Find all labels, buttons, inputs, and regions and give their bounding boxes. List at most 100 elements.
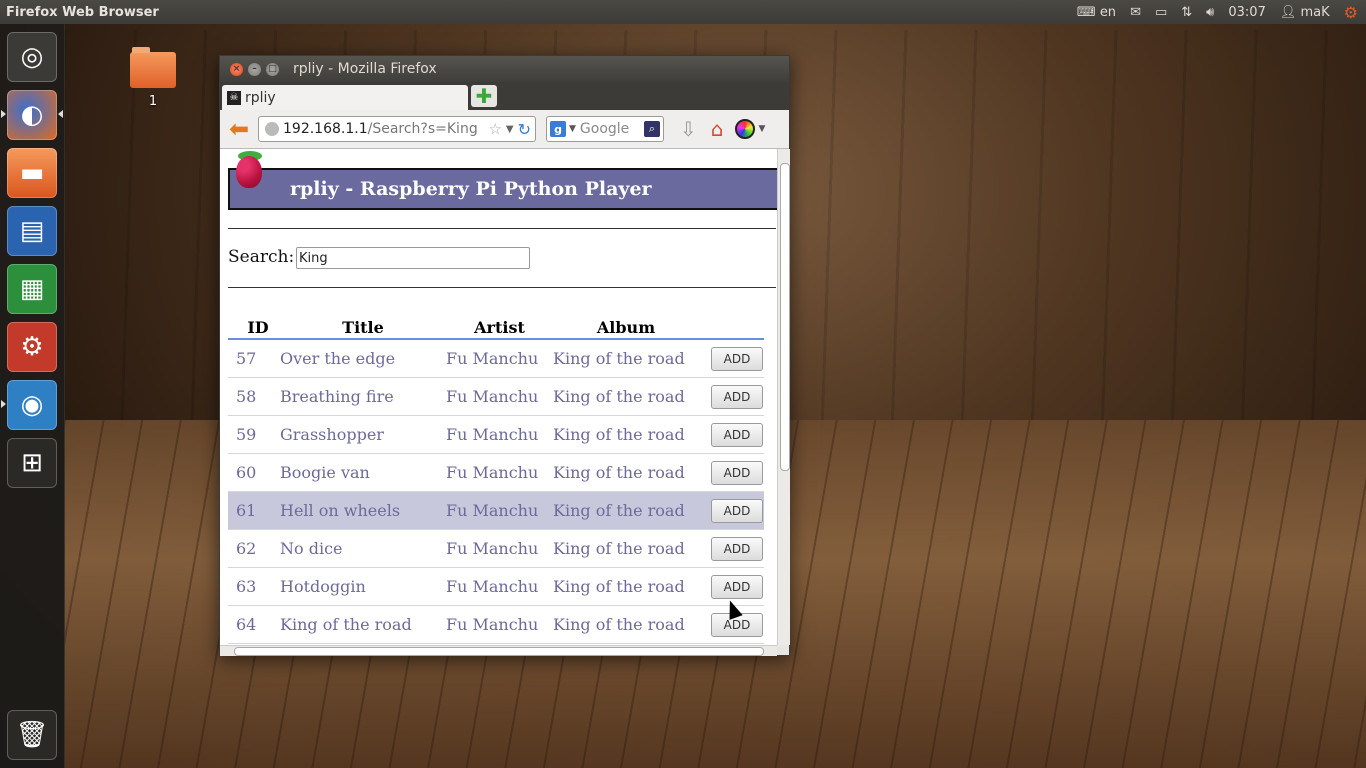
active-app-title: Firefox Web Browser xyxy=(6,4,159,20)
battery-icon[interactable]: ▭ xyxy=(1155,5,1167,20)
cell-album[interactable]: King of the road xyxy=(553,529,699,568)
cell-album[interactable]: King of the road xyxy=(553,377,699,416)
cell-title[interactable]: Over the edge xyxy=(280,339,446,378)
cell-action: ADD xyxy=(699,529,764,568)
firefox-icon[interactable]: ◐ xyxy=(7,90,57,140)
window-titlebar[interactable]: × – □ rpliy - Mozilla Firefox xyxy=(220,56,789,82)
column-header-id: ID xyxy=(228,317,280,340)
cell-artist[interactable]: Fu Manchu xyxy=(446,491,553,530)
add-button[interactable]: ADD xyxy=(711,536,763,561)
add-button[interactable]: ADD xyxy=(711,574,763,599)
bookmark-star-icon[interactable]: ☆ xyxy=(488,120,501,138)
cell-id: 61 xyxy=(228,491,280,530)
cell-album[interactable]: King of the road xyxy=(553,453,699,492)
cell-title[interactable]: Breathing fire xyxy=(280,377,446,416)
results-table: ID Title Artist Album 57 Over the edge F… xyxy=(228,317,764,644)
plus-icon: ✚ xyxy=(475,84,493,108)
cell-artist[interactable]: Fu Manchu xyxy=(446,339,553,378)
cell-title[interactable]: King of the road xyxy=(280,605,446,644)
spreadsheet-icon: ▦ xyxy=(19,274,45,304)
maximize-icon[interactable]: □ xyxy=(266,62,279,76)
add-button[interactable]: ADD xyxy=(711,384,763,409)
top-panel: Firefox Web Browser ⌨ en ✉ ▭ ⇅ 🔊︎ 03:07 … xyxy=(0,0,1366,24)
page-content: rpliy - Raspberry Pi Python Player Searc… xyxy=(220,149,777,645)
workspaces-icon: ⊞ xyxy=(21,448,43,478)
table-row: 60 Boogie van Fu Manchu King of the road… xyxy=(228,453,764,492)
network-icon[interactable]: ⇅ xyxy=(1181,5,1192,20)
cell-id: 60 xyxy=(228,453,280,492)
folder-icon: ▬ xyxy=(19,158,45,188)
folder-icon xyxy=(130,47,176,88)
tab-label: rpliy xyxy=(245,89,276,106)
vertical-scrollbar[interactable] xyxy=(777,149,790,645)
search-bar[interactable]: g ▼ Google ⌕ xyxy=(546,116,664,142)
keyboard-icon[interactable]: ⌨ en xyxy=(1077,5,1116,20)
volume-icon[interactable]: 🔊︎ xyxy=(1206,5,1214,20)
home-icon[interactable]: ⌂ xyxy=(711,117,724,141)
search-icon[interactable]: ⌕ xyxy=(644,121,660,137)
cell-title[interactable]: Hotdoggin xyxy=(280,567,446,606)
cell-album[interactable]: King of the road xyxy=(553,567,699,606)
cell-artist[interactable]: Fu Manchu xyxy=(446,605,553,644)
trash-icon[interactable]: 🗑︎ xyxy=(7,710,57,760)
search-input[interactable] xyxy=(296,247,530,269)
cell-album[interactable]: King of the road xyxy=(553,605,699,644)
minimize-icon[interactable]: – xyxy=(248,62,261,76)
desktop-folder[interactable]: 1 xyxy=(128,47,178,109)
settings-icon[interactable]: ⚙ xyxy=(7,322,57,372)
ubuntu-logo-icon: ◎ xyxy=(20,42,44,72)
cell-title[interactable]: Grasshopper xyxy=(280,415,446,454)
table-row: 58 Breathing fire Fu Manchu King of the … xyxy=(228,377,764,416)
ubuntu-home-icon[interactable]: ◎ xyxy=(7,32,57,82)
cell-title[interactable]: No dice xyxy=(280,529,446,568)
cell-title[interactable]: Boogie van xyxy=(280,453,446,492)
add-button[interactable]: ADD xyxy=(711,498,763,523)
add-button[interactable]: ADD xyxy=(711,460,763,485)
url-path: /Search?s=King xyxy=(367,121,478,137)
horizontal-scrollbar[interactable] xyxy=(220,645,777,656)
files-icon[interactable]: ▬ xyxy=(7,148,57,198)
power-icon[interactable]: ⚙ xyxy=(1344,3,1358,22)
reload-icon[interactable]: ↻ xyxy=(518,120,531,139)
addon-menu-icon[interactable] xyxy=(735,119,756,139)
user-name: maK xyxy=(1300,4,1330,20)
document-icon: ▤ xyxy=(19,216,45,246)
writer-icon[interactable]: ▤ xyxy=(7,206,57,256)
cell-album[interactable]: King of the road xyxy=(553,491,699,530)
engine-dropdown-icon[interactable]: ▼ xyxy=(569,124,576,134)
addon-dropdown-icon[interactable]: ▼ xyxy=(758,124,765,134)
clock[interactable]: 03:07 xyxy=(1228,5,1265,20)
calc-icon[interactable]: ▦ xyxy=(7,264,57,314)
cell-title[interactable]: Hell on wheels xyxy=(280,491,446,530)
tab-rpliy[interactable]: ☠ rpliy xyxy=(222,85,468,110)
site-identity-icon[interactable] xyxy=(265,122,279,136)
cell-id: 62 xyxy=(228,529,280,568)
add-button[interactable]: ADD xyxy=(711,422,763,447)
new-tab-button[interactable]: ✚ xyxy=(471,84,497,108)
cell-artist[interactable]: Fu Manchu xyxy=(446,567,553,606)
cell-album[interactable]: King of the road xyxy=(553,415,699,454)
indicator-area: ⌨ en ✉ ▭ ⇅ 🔊︎ 03:07 👤︎ maK ⚙ xyxy=(1077,3,1366,22)
table-row: 64 King of the road Fu Manchu King of th… xyxy=(228,605,764,644)
horizontal-scroll-thumb[interactable] xyxy=(234,647,764,656)
chromium-icon[interactable]: ◉ xyxy=(7,380,57,430)
cell-artist[interactable]: Fu Manchu xyxy=(446,377,553,416)
workspace-switcher-icon[interactable]: ⊞ xyxy=(7,438,57,488)
url-bar[interactable]: 192.168.1.1/Search?s=King ☆ ▼ ↻ xyxy=(258,116,536,142)
close-icon[interactable]: × xyxy=(230,62,243,76)
mail-icon[interactable]: ✉ xyxy=(1130,5,1141,20)
back-button[interactable]: ⬅ xyxy=(224,115,254,143)
cell-artist[interactable]: Fu Manchu xyxy=(446,529,553,568)
keyboard-lang: en xyxy=(1099,4,1117,20)
download-icon[interactable]: ⇩ xyxy=(680,117,697,141)
cell-album[interactable]: King of the road xyxy=(553,339,699,378)
user-menu[interactable]: 👤︎ maK xyxy=(1280,5,1330,20)
history-dropdown-icon[interactable]: ▼ xyxy=(506,124,514,135)
cell-artist[interactable]: Fu Manchu xyxy=(446,415,553,454)
vertical-scroll-thumb[interactable] xyxy=(780,163,790,471)
add-button[interactable]: ADD xyxy=(711,346,763,371)
back-arrow-icon: ⬅ xyxy=(228,115,250,143)
firefox-window: × – □ rpliy - Mozilla Firefox ☠ rpliy ✚ … xyxy=(219,55,790,656)
cell-artist[interactable]: Fu Manchu xyxy=(446,453,553,492)
google-icon[interactable]: g xyxy=(550,121,566,137)
